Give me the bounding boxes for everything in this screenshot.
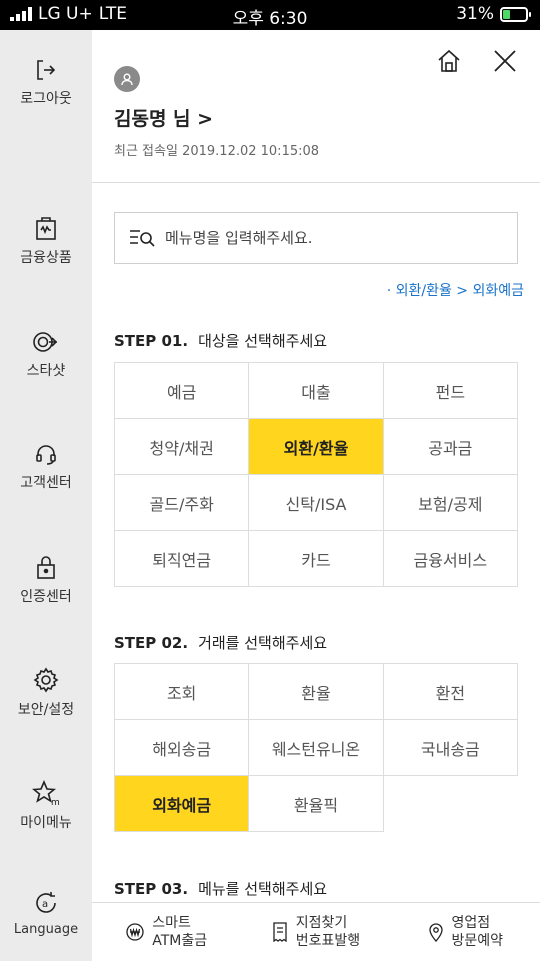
battery-icon [500,6,531,22]
sidebar-item-label: 고객센터 [20,475,72,491]
empty-cell [383,776,518,832]
search-menu-icon [130,230,155,247]
star-icon: m [32,780,60,806]
step1-title: STEP 01. 대상을 선택해주세요 [114,330,327,351]
transaction-option[interactable]: 외화예금 [115,776,250,832]
sidebar: 로그아웃 금융상품 스타샷 고객센터 인증센터 보안/설정 m 마이메뉴 a L… [0,30,92,961]
location-pin-icon [428,923,443,942]
last-login-value: 2019.12.02 10:15:08 [182,144,320,159]
user-icon [121,73,133,86]
sidebar-item-label: 보안/설정 [17,702,75,718]
bottom-item-line1: 지점찾기 [295,915,348,931]
main-panel: 김동명 님 > 최근 접속일 2019.12.02 10:15:08 · 외환/… [92,30,540,961]
svg-text:m: m [51,798,60,806]
sidebar-item-label: 마이메뉴 [20,815,72,831]
status-bar: LG U+ LTE 오후 6:30 31% [0,0,540,30]
menu-search-input[interactable] [165,229,495,247]
smart-atm-button[interactable]: 스마트 ATM출금 [92,903,241,961]
step1-number: STEP 01. [114,332,189,350]
transaction-option[interactable]: 조회 [115,664,250,720]
step3-title: STEP 03. 메뉴를 선택해주세요 [114,878,327,899]
category-option[interactable]: 청약/채권 [115,419,250,475]
bottom-item-line1: 스마트 [152,915,191,931]
gear-icon [33,667,59,693]
step2-desc: 거래를 선택해주세요 [198,634,328,652]
sidebar-item-auth-center[interactable]: 인증센터 [0,554,92,624]
category-option[interactable]: 공과금 [383,419,518,475]
transaction-option[interactable]: 환율 [249,664,384,720]
sidebar-item-starshot[interactable]: 스타샷 [0,330,92,400]
starshot-icon [33,332,58,352]
language-icon: a [36,892,56,913]
headset-icon [36,445,56,465]
category-option[interactable]: 신탁/ISA [249,475,384,531]
close-icon[interactable] [492,48,518,74]
user-name-link[interactable]: 김동명 님 > [114,104,213,131]
sidebar-item-label: Language [13,922,79,937]
transaction-option[interactable]: 국내송금 [383,720,518,776]
logout-icon [37,60,56,80]
step1-category-grid: 예금 대출 펀드청약/채권 외환/환율 공과금골드/주화 신탁/ISA 보험/공제퇴직연금 카… [114,362,518,587]
breadcrumb[interactable]: · 외환/환율 > 외화예금 [387,280,524,300]
transaction-option[interactable]: 환율픽 [249,776,384,832]
step3-desc: 메뉴를 선택해주세요 [198,880,328,898]
branch-finder-button[interactable]: 지점찾기 번호표발행 [241,903,390,961]
bottom-item-line2: 번호표발행 [295,933,361,949]
sidebar-item-security-settings[interactable]: 보안/설정 [0,667,92,737]
bottom-item-line1: 영업점 [451,915,491,931]
category-option[interactable]: 퇴직연금 [115,531,250,587]
transaction-option[interactable]: 해외송금 [115,720,250,776]
lock-icon [37,556,55,579]
step2-number: STEP 02. [114,634,189,652]
branch-reservation-button[interactable]: 영업점 방문예약 [391,903,540,961]
home-icon[interactable] [436,48,462,74]
sidebar-item-label: 로그아웃 [20,91,72,107]
bag-icon [36,217,56,240]
last-login-label: 최근 접속일 [114,144,178,159]
category-option[interactable]: 외환/환율 [249,419,384,475]
transaction-option[interactable]: 환전 [383,664,518,720]
category-option[interactable]: 예금 [115,363,250,419]
last-login-info: 최근 접속일 2019.12.02 10:15:08 [114,140,319,159]
category-option[interactable]: 금융서비스 [383,531,518,587]
sidebar-item-label: 스타샷 [26,363,66,379]
svg-text:a: a [42,899,48,910]
sidebar-item-label: 인증센터 [20,589,72,605]
sidebar-item-language[interactable]: a Language [0,890,92,960]
category-option[interactable]: 대출 [249,363,384,419]
category-option[interactable]: 펀드 [383,363,518,419]
ticket-icon [273,922,287,942]
step3-number: STEP 03. [114,880,189,898]
menu-search-box[interactable] [114,212,518,264]
sidebar-item-label: 금융상품 [20,250,72,266]
bottom-quick-bar: 스마트 ATM출금 지점찾기 번호표발행 영업점 방문예약 [92,902,540,961]
step2-transaction-grid: 조회 환율 환전해외송금 웨스턴유니온 국내송금외화예금 환율픽 [114,663,518,832]
sidebar-item-logout[interactable]: 로그아웃 [0,58,92,128]
category-option[interactable]: 카드 [249,531,384,587]
battery-percent: 31% [456,4,494,24]
bottom-item-line2: 방문예약 [451,933,504,949]
sidebar-item-customer-center[interactable]: 고객센터 [0,442,92,512]
divider [92,182,540,183]
bottom-item-line2: ATM출금 [152,933,208,949]
category-option[interactable]: 골드/주화 [115,475,250,531]
sidebar-item-my-menu[interactable]: m 마이메뉴 [0,780,92,850]
category-option[interactable]: 보험/공제 [383,475,518,531]
step1-desc: 대상을 선택해주세요 [198,332,328,350]
sidebar-item-products[interactable]: 금융상품 [0,215,92,285]
avatar [114,66,140,92]
transaction-option[interactable]: 웨스턴유니온 [249,720,384,776]
step2-title: STEP 02. 거래를 선택해주세요 [114,632,327,653]
atm-won-icon [126,923,144,941]
